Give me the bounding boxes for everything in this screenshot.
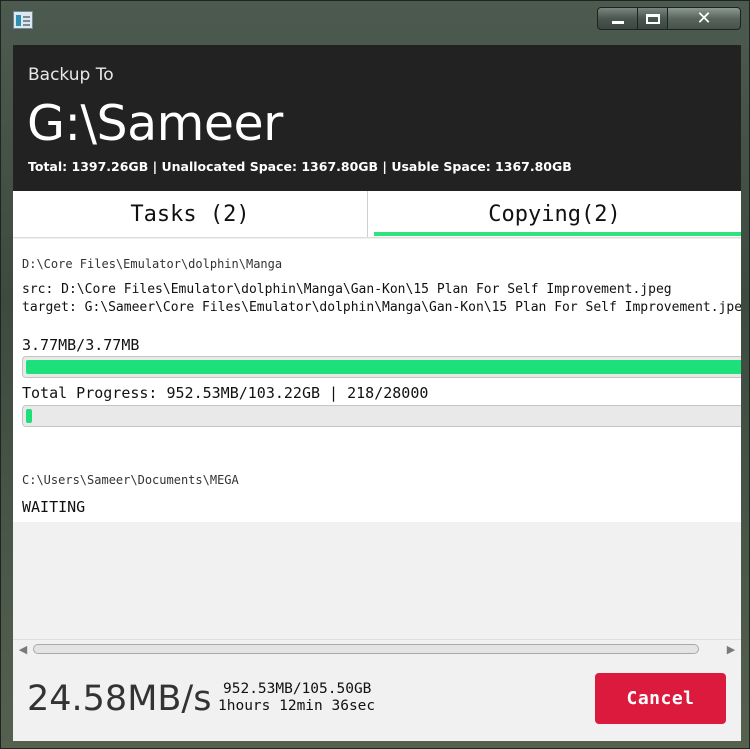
waiting-task-card: C:\Users\Sameer\Documents\MEGA WAITING <box>13 449 741 522</box>
window-controls: ✕ <box>597 7 741 30</box>
drive-space-info: Total: 1397.26GB | Unallocated Space: 13… <box>28 159 572 174</box>
destination-drive: G:\Sameer <box>27 95 283 152</box>
scrollbar-thumb[interactable] <box>33 644 699 654</box>
task-folder: D:\Core Files\Emulator\dolphin\Manga <box>22 257 283 271</box>
app-icon[interactable] <box>13 11 33 29</box>
close-button[interactable]: ✕ <box>668 7 741 30</box>
cancel-button[interactable]: Cancel <box>595 673 726 724</box>
backup-header: Backup To G:\Sameer Total: 1397.26GB | U… <box>13 45 741 191</box>
transfer-stats: 952.53MB/105.50GB 1hours 12min 36sec <box>218 681 375 715</box>
total-progress-bar <box>22 405 741 427</box>
maximize-icon <box>645 13 660 24</box>
active-tab-indicator <box>374 232 741 236</box>
total-progress-text: Total Progress: 952.53MB/103.22GB | 218/… <box>22 384 429 402</box>
horizontal-scrollbar[interactable]: ◀ ▶ <box>13 639 741 658</box>
transferred-amount: 952.53MB/105.50GB <box>223 681 372 697</box>
close-icon: ✕ <box>696 8 712 29</box>
eta: 1hours 12min 36sec <box>218 698 376 714</box>
file-progress-fill <box>26 360 741 374</box>
tab-copying[interactable]: Copying(2) <box>368 191 741 237</box>
task-status: WAITING <box>22 498 86 516</box>
minimize-button[interactable] <box>597 7 638 30</box>
transfer-speed: 24.58MB/s <box>27 679 212 719</box>
status-footer: 24.58MB/s 952.53MB/105.50GB 1hours 12min… <box>13 657 741 741</box>
task-source: src: D:\Core Files\Emulator\dolphin\Mang… <box>22 282 672 297</box>
file-progress-bar <box>22 356 741 378</box>
file-progress-text: 3.77MB/3.77MB <box>22 336 140 354</box>
scroll-right-icon[interactable]: ▶ <box>723 640 739 658</box>
tab-bar: Tasks (2) Copying(2) <box>13 191 741 238</box>
tab-tasks[interactable]: Tasks (2) <box>13 191 368 237</box>
client-area: Backup To G:\Sameer Total: 1397.26GB | U… <box>13 45 741 741</box>
backup-to-label: Backup To <box>28 65 114 85</box>
minimize-icon <box>611 21 624 24</box>
total-progress-fill <box>26 409 32 423</box>
task-target: target: G:\Sameer\Core Files\Emulator\do… <box>22 300 741 315</box>
task-folder: C:\Users\Sameer\Documents\MEGA <box>22 473 239 487</box>
maximize-button[interactable] <box>638 7 668 30</box>
scroll-left-icon[interactable]: ◀ <box>15 640 31 658</box>
window-frame: ✕ Backup To G:\Sameer Total: 1397.26GB |… <box>0 0 750 749</box>
